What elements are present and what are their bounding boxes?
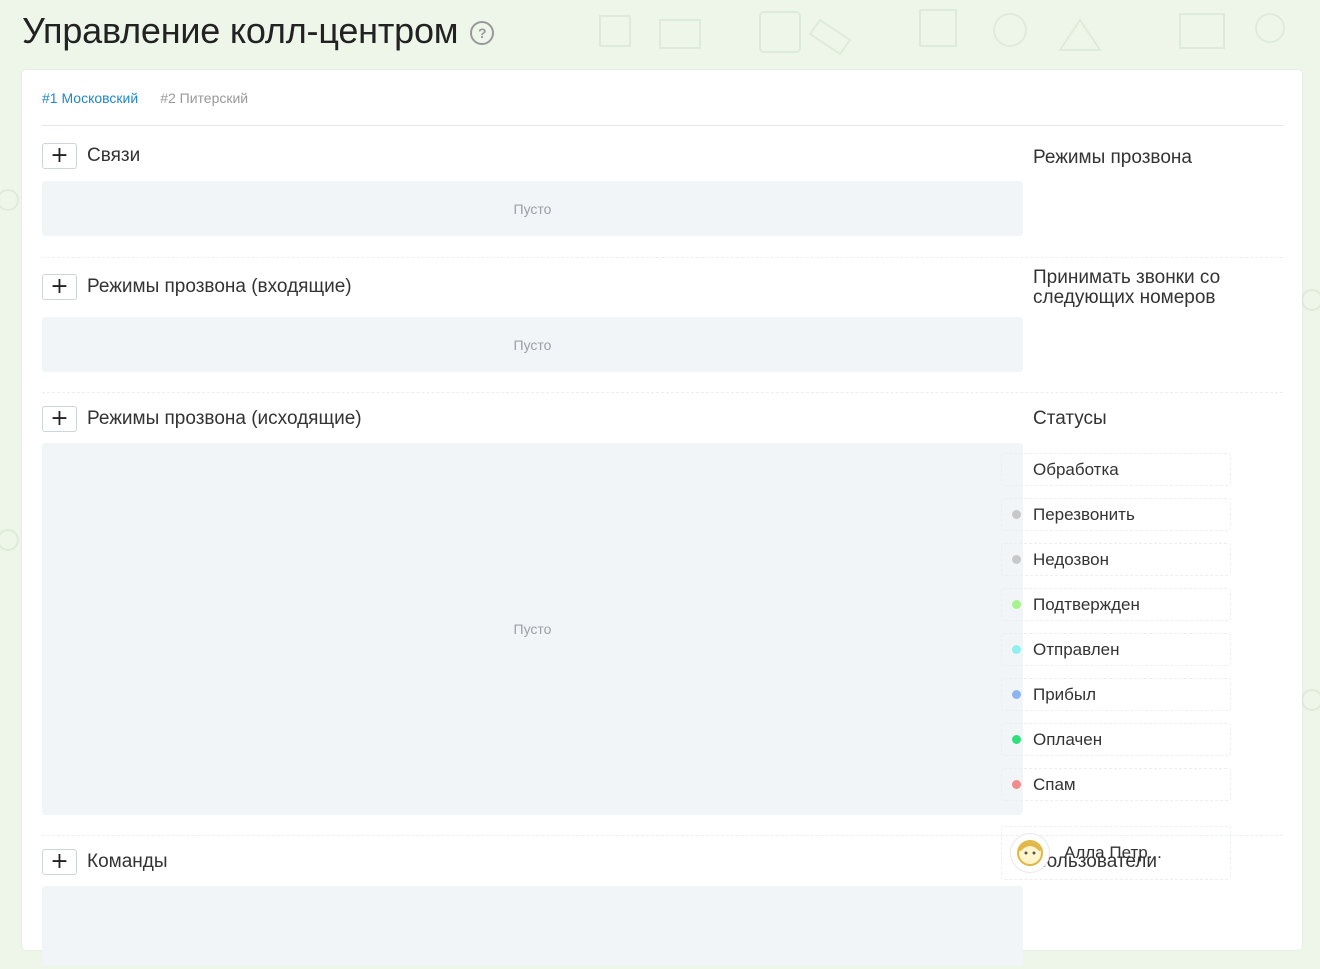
status-dot [1012, 600, 1021, 609]
status-item[interactable]: Обработка [1001, 453, 1231, 486]
status-label: Отправлен [1033, 639, 1120, 659]
side-title-dial-modes: Режимы прозвона [1033, 147, 1192, 168]
section-title: Режимы прозвона (входящие) [87, 276, 352, 297]
status-dot [1012, 780, 1021, 789]
add-team-button[interactable]: + [42, 849, 77, 875]
page-header: Управление колл-центром ? [22, 6, 495, 56]
status-label: Недозвон [1033, 549, 1110, 569]
status-dot [1012, 735, 1021, 744]
empty-label: Пусто [513, 621, 552, 637]
call-center-tabs: #1 Московский #2 Питерский [42, 70, 1283, 126]
user-name: Алла Петр... [1064, 843, 1162, 862]
section-links: + Связи Пусто Режимы прозвона [42, 143, 1283, 258]
empty-label: Пусто [513, 336, 552, 353]
add-inbound-button[interactable]: + [42, 274, 77, 300]
side-title-accept-numbers: Принимать звонки со следующих номеров [1033, 267, 1221, 308]
user-item[interactable]: Алла Петр... [1001, 826, 1231, 880]
side-title-statuses: Статусы [1033, 408, 1107, 429]
status-dot [1012, 645, 1021, 654]
page-title: Управление колл-центром [22, 10, 459, 51]
status-label: Оплачен [1033, 729, 1103, 749]
status-item[interactable]: Недозвон [1001, 543, 1231, 576]
status-item[interactable]: Подтвержден [1001, 588, 1231, 621]
status-item[interactable]: Отправлен [1001, 633, 1231, 666]
status-dot [1012, 555, 1021, 564]
status-label: Перезвонить [1033, 504, 1135, 524]
section-title: Команды [87, 851, 168, 872]
tab-moscow[interactable]: #1 Московский [42, 90, 138, 106]
status-dot [1012, 465, 1021, 474]
status-dot [1012, 690, 1021, 699]
status-item[interactable]: Спам [1001, 768, 1231, 801]
inbound-empty-box: Пусто [42, 317, 1023, 372]
links-empty-box: Пусто [42, 181, 1023, 236]
empty-label: Пусто [513, 200, 552, 217]
status-item[interactable]: Перезвонить [1001, 498, 1231, 531]
tab-piter[interactable]: #2 Питерский [160, 90, 248, 106]
status-dot [1012, 510, 1021, 519]
section-title: Режимы прозвона (исходящие) [87, 408, 362, 429]
teams-empty-box [42, 886, 1023, 966]
outbound-empty-box: Пусто [42, 443, 1023, 815]
status-label: Спам [1033, 774, 1076, 794]
status-label: Прибыл [1033, 684, 1097, 704]
section-inbound: + Режимы прозвона (входящие) Пусто Прини… [42, 268, 1283, 393]
add-outbound-button[interactable]: + [42, 406, 77, 432]
avatar-icon [1010, 833, 1050, 873]
status-label: Подтвержден [1033, 594, 1140, 614]
question-circle-icon[interactable]: ? [470, 21, 495, 45]
add-link-button[interactable]: + [42, 143, 77, 169]
section-title: Связи [87, 145, 141, 166]
status-label: Обработка [1033, 459, 1119, 479]
status-list: Обработка Перезвонить Недозвон Подтвержд… [1001, 453, 1231, 813]
status-item[interactable]: Оплачен [1001, 723, 1231, 756]
status-item[interactable]: Прибыл [1001, 678, 1231, 711]
